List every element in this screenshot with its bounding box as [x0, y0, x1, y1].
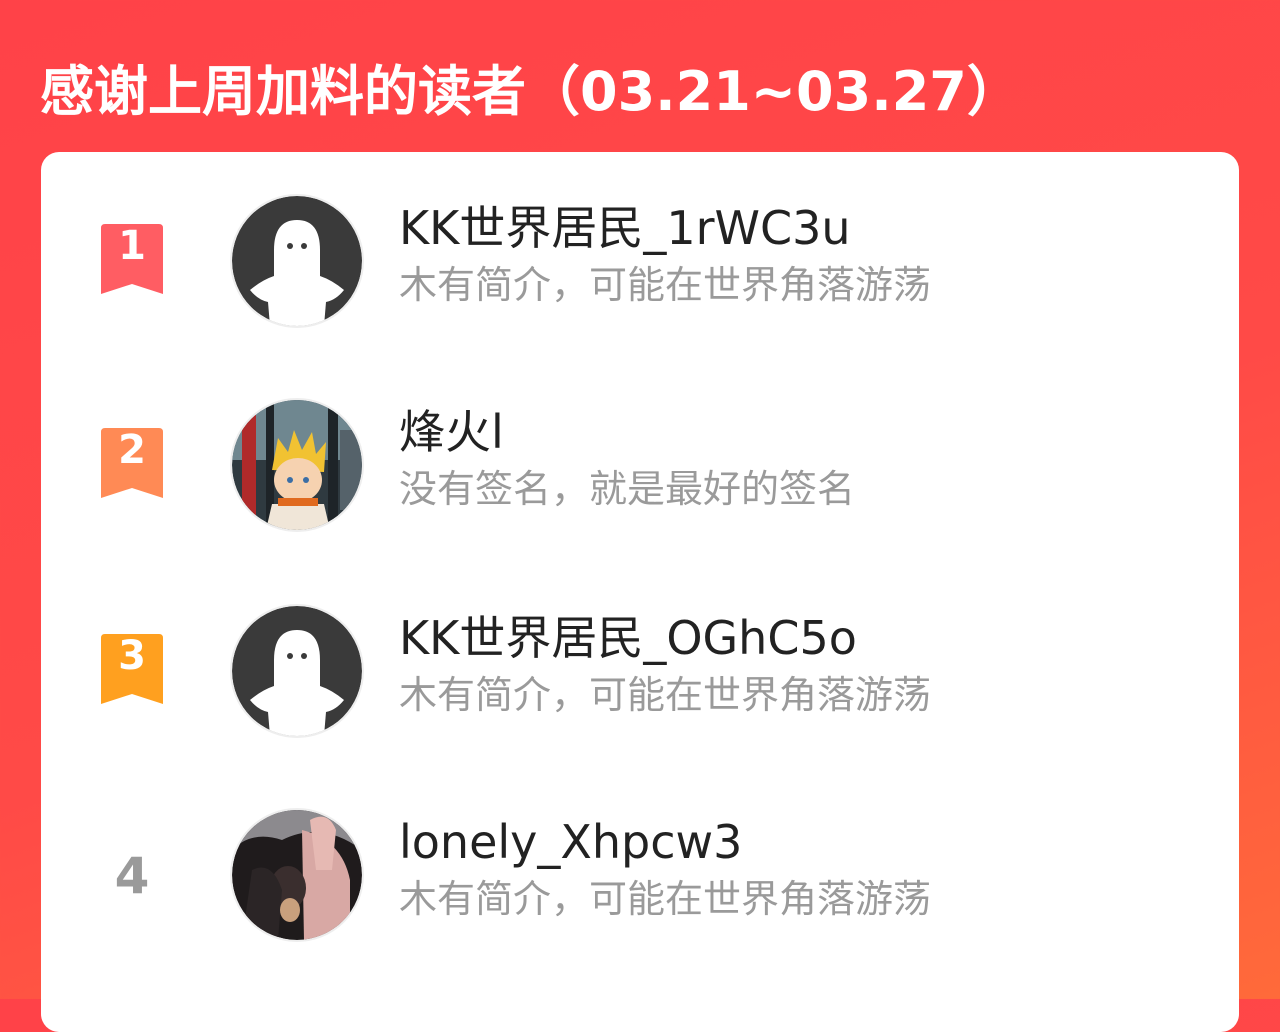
reader-list-card: 1 KK世界居民_1rWC3u 木有简介，可能在世界角落游荡 2 烽火l 没有签… — [41, 152, 1239, 1032]
reader-bio: 没有签名，就是最好的签名 — [399, 467, 856, 511]
rank-number: 2 — [118, 427, 146, 473]
rank-badge-2: 2 — [97, 426, 167, 502]
reader-bio: 木有简介，可能在世界角落游荡 — [399, 877, 932, 921]
rank-number: 3 — [118, 633, 146, 679]
photo-avatar-icon — [232, 810, 362, 940]
reader-name[interactable]: lonely_Xhpcw3 — [399, 814, 742, 870]
page-title: 感谢上周加料的读者（03.21~03.27） — [40, 59, 1021, 123]
reader-name[interactable]: KK世界居民_OGhC5o — [399, 610, 857, 666]
reader-name[interactable]: KK世界居民_1rWC3u — [399, 200, 851, 256]
avatar[interactable] — [230, 808, 364, 942]
rank-number: 1 — [118, 223, 146, 269]
default-ghost-avatar-icon — [232, 606, 362, 736]
default-ghost-avatar-icon — [232, 196, 362, 326]
reader-bio: 木有简介，可能在世界角落游荡 — [399, 263, 932, 307]
list-item[interactable]: 3 KK世界居民_OGhC5o 木有简介，可能在世界角落游荡 — [41, 604, 1239, 740]
list-item[interactable]: 2 烽火l 没有签名，就是最好的签名 — [41, 398, 1239, 534]
anime-character-avatar-icon — [232, 400, 362, 530]
reader-bio: 木有简介，可能在世界角落游荡 — [399, 673, 932, 717]
rank-badge-1: 1 — [97, 222, 167, 298]
avatar[interactable] — [230, 604, 364, 738]
reader-name[interactable]: 烽火l — [399, 404, 504, 460]
list-item[interactable]: 4 lonely_Xhpcw3 木有简介，可能在世界角落游荡 — [41, 808, 1239, 944]
header: 感谢上周加料的读者（03.21~03.27） — [40, 46, 1021, 126]
avatar[interactable] — [230, 398, 364, 532]
list-item[interactable]: 1 KK世界居民_1rWC3u 木有简介，可能在世界角落游荡 — [41, 194, 1239, 330]
rank-number: 4 — [114, 847, 150, 905]
avatar[interactable] — [230, 194, 364, 328]
rank-badge-3: 3 — [97, 632, 167, 708]
